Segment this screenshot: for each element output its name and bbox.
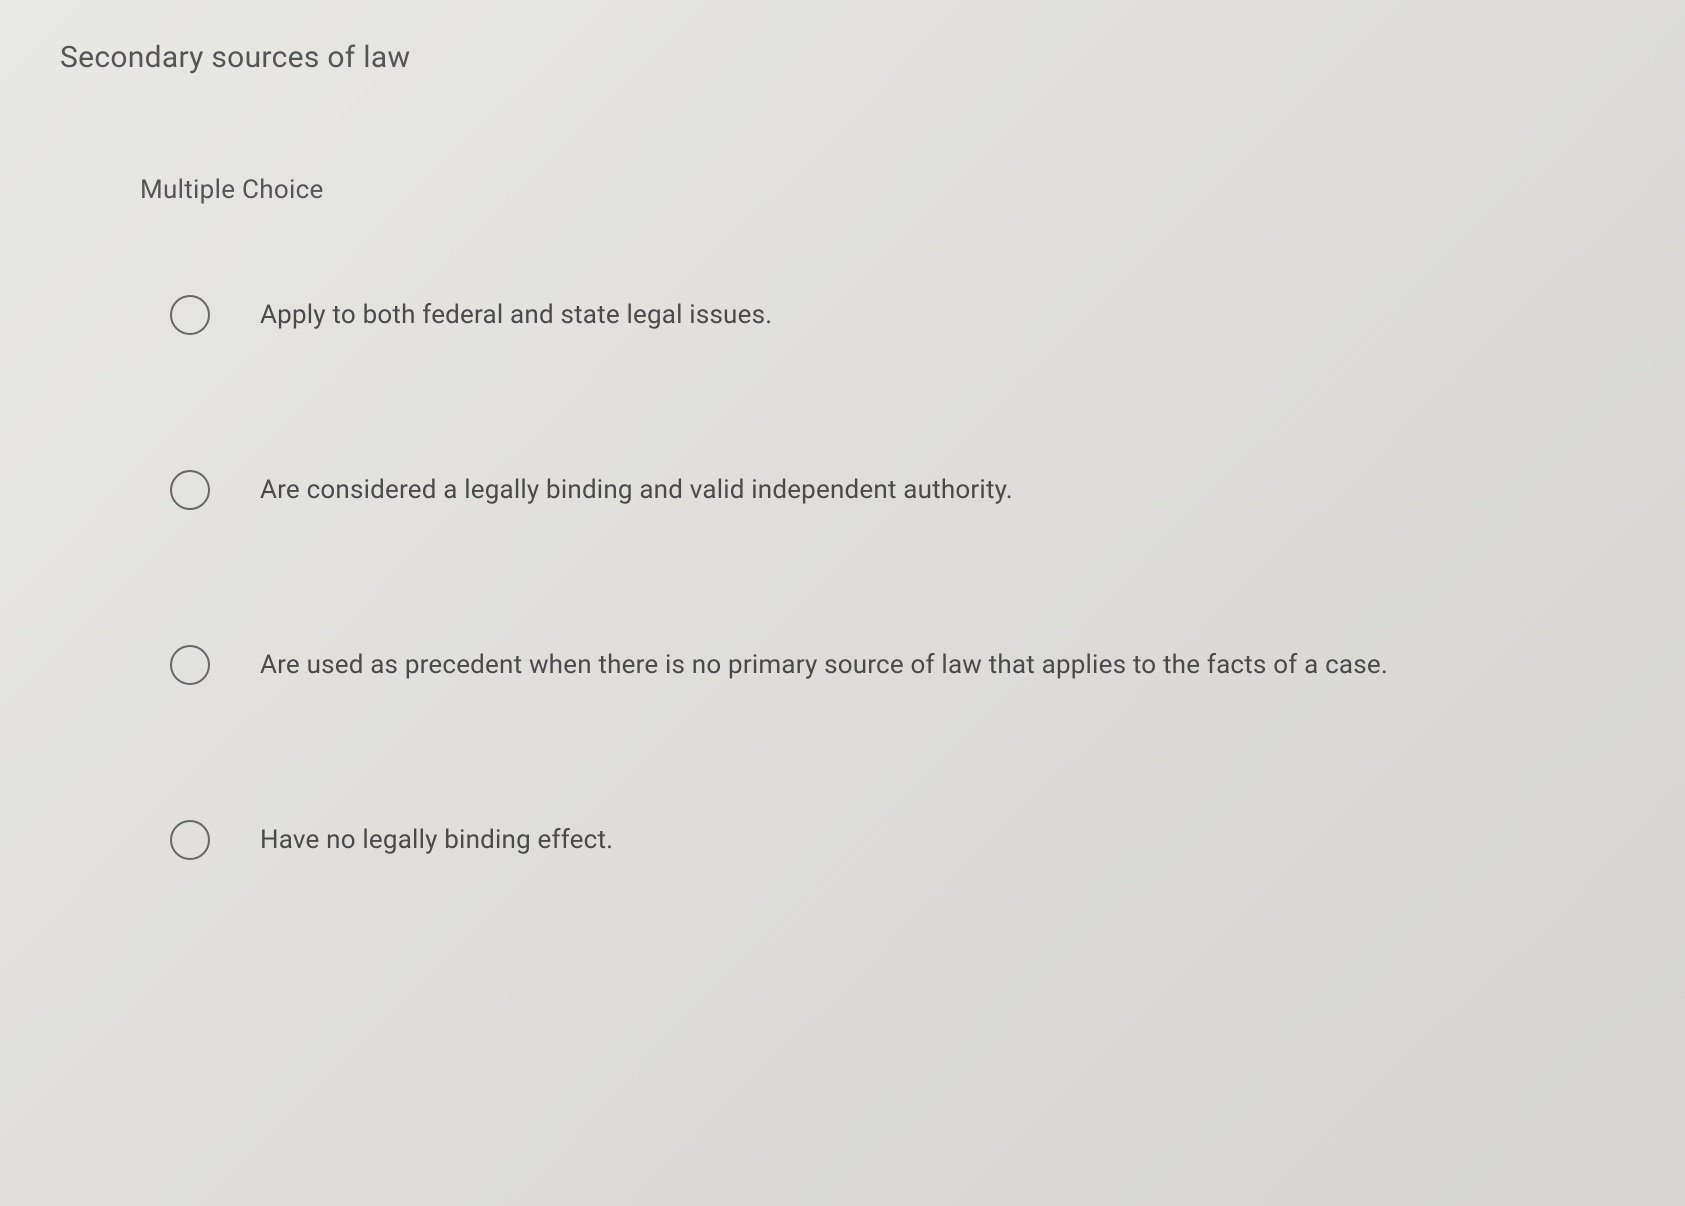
option-label: Apply to both federal and state legal is… <box>260 300 772 330</box>
question-title: Secondary sources of law <box>60 40 1625 75</box>
option-row: Have no legally binding effect. <box>170 820 1625 860</box>
option-row: Are considered a legally binding and val… <box>170 470 1625 510</box>
question-type-label: Multiple Choice <box>140 175 1625 205</box>
radio-option-1[interactable] <box>170 295 210 335</box>
options-list: Apply to both federal and state legal is… <box>170 295 1625 860</box>
option-label: Are considered a legally binding and val… <box>260 475 1013 505</box>
radio-option-4[interactable] <box>170 820 210 860</box>
option-row: Are used as precedent when there is no p… <box>170 645 1625 685</box>
radio-option-3[interactable] <box>170 645 210 685</box>
option-row: Apply to both federal and state legal is… <box>170 295 1625 335</box>
radio-option-2[interactable] <box>170 470 210 510</box>
option-label: Are used as precedent when there is no p… <box>260 650 1388 680</box>
option-label: Have no legally binding effect. <box>260 825 613 855</box>
quiz-container: Secondary sources of law Multiple Choice… <box>0 0 1685 1035</box>
